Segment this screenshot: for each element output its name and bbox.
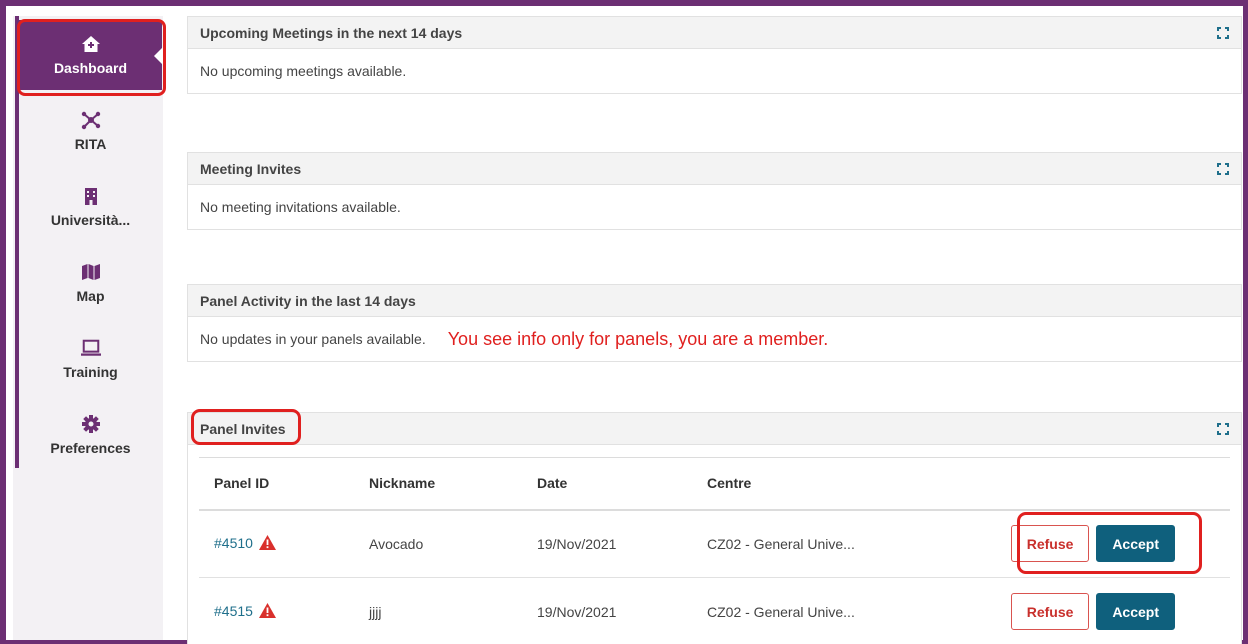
panel-id-link[interactable]: #4510 xyxy=(214,535,253,551)
sidebar-item-label: Map xyxy=(76,288,105,304)
panel-panel-invites: Panel Invites Panel ID Nickname Date Cen… xyxy=(187,412,1242,644)
empty-message: No updates in your panels available. xyxy=(200,331,426,347)
column-header: Date xyxy=(522,457,692,511)
actions-cell: Refuse Accept xyxy=(962,577,1230,644)
expand-icon[interactable] xyxy=(1217,162,1229,175)
panel-title: Panel Activity in the last 14 days xyxy=(200,292,416,309)
warning-icon xyxy=(258,534,276,553)
centre-cell: CZ02 - General Unive... xyxy=(692,509,962,578)
annotation-note: You see info only for panels, you are a … xyxy=(447,328,829,349)
column-header: Nickname xyxy=(354,457,522,511)
gear-icon xyxy=(81,414,101,434)
nickname-cell: Avocado xyxy=(354,509,522,578)
panel-body: No upcoming meetings available. xyxy=(188,49,1241,93)
home-icon xyxy=(81,34,101,54)
sidebar-item-label: Preferences xyxy=(50,440,131,456)
map-icon xyxy=(81,262,101,282)
sidebar-item-rita[interactable]: RITA xyxy=(19,96,162,166)
panel-body: No meeting invitations available. xyxy=(188,185,1241,229)
panel-upcoming-meetings: Upcoming Meetings in the next 14 days No… xyxy=(187,16,1242,94)
sidebar-item-map[interactable]: Map xyxy=(19,248,162,318)
sidebar-item-label: Training xyxy=(63,364,118,380)
laptop-icon xyxy=(80,338,101,358)
sidebar-item-label: RITA xyxy=(74,136,107,152)
panel-title: Upcoming Meetings in the next 14 days xyxy=(200,24,463,41)
sidebar-item-label: Dashboard xyxy=(53,60,128,76)
sidebar-item-universita[interactable]: Università... xyxy=(19,172,162,242)
warning-icon xyxy=(258,602,276,621)
nickname-cell: jjjj xyxy=(354,577,522,644)
empty-message: No upcoming meetings available. xyxy=(200,63,407,79)
actions-cell: Refuse Accept xyxy=(962,509,1230,578)
panel-title: Panel Invites xyxy=(200,420,286,437)
building-icon xyxy=(81,186,101,206)
sidebar-item-dashboard[interactable]: Dashboard xyxy=(19,20,163,90)
panel-id-link[interactable]: #4515 xyxy=(214,603,253,619)
expand-icon[interactable] xyxy=(1217,422,1229,435)
accept-button[interactable]: Accept xyxy=(1096,593,1175,630)
refuse-button[interactable]: Refuse xyxy=(1010,525,1090,563)
expand-icon[interactable] xyxy=(1217,26,1229,39)
panel-header: Upcoming Meetings in the next 14 days xyxy=(188,17,1241,49)
empty-message: No meeting invitations available. xyxy=(200,199,401,215)
panel-body: No updates in your panels available. You… xyxy=(188,317,1241,361)
sidebar-item-training[interactable]: Training xyxy=(19,324,162,394)
panel-meeting-invites: Meeting Invites No meeting invitations a… xyxy=(187,152,1242,230)
panel-title: Meeting Invites xyxy=(200,160,302,177)
panel-activity: Panel Activity in the last 14 days No up… xyxy=(187,284,1242,362)
panel-invites-table: Panel ID Nickname Date Centre #4510 Avoc… xyxy=(199,457,1230,644)
panel-header: Panel Invites xyxy=(188,413,1241,445)
accept-button[interactable]: Accept xyxy=(1096,525,1175,563)
table-row: #4510 Avocado 19/Nov/2021 CZ02 - General… xyxy=(199,509,1230,578)
date-cell: 19/Nov/2021 xyxy=(522,577,692,644)
table-wrap: Panel ID Nickname Date Centre #4510 Avoc… xyxy=(188,445,1241,644)
date-cell: 19/Nov/2021 xyxy=(522,509,692,578)
column-header: Panel ID xyxy=(199,457,354,511)
sidebar-item-label: Università... xyxy=(50,212,131,228)
centre-cell: CZ02 - General Unive... xyxy=(692,577,962,644)
network-icon xyxy=(81,110,101,130)
table-row: #4515 jjjj 19/Nov/2021 CZ02 - General Un… xyxy=(199,577,1230,644)
sidebar-item-preferences[interactable]: Preferences xyxy=(19,400,162,470)
column-header-actions xyxy=(962,457,1230,511)
panel-header: Panel Activity in the last 14 days xyxy=(188,285,1241,317)
refuse-button[interactable]: Refuse xyxy=(1010,593,1090,630)
column-header: Centre xyxy=(692,457,962,511)
table-header-row: Panel ID Nickname Date Centre xyxy=(199,457,1230,511)
panel-header: Meeting Invites xyxy=(188,153,1241,185)
